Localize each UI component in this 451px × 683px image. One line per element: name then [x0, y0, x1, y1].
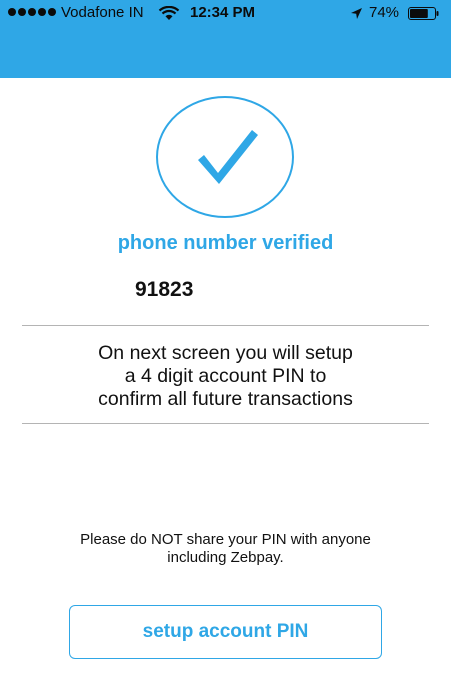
battery-percent: 74%: [369, 4, 400, 21]
verified-check-circle: [156, 96, 294, 218]
phone-number: 91823: [135, 278, 194, 301]
divider-bottom: [22, 423, 429, 424]
info-line: confirm all future transactions: [98, 388, 353, 410]
signal-strength-icon: [8, 8, 56, 16]
status-bar: Vodafone IN 12:34 PM 74%: [0, 3, 451, 23]
carrier-name: Vodafone IN: [61, 4, 144, 21]
pin-setup-info: On next screen you will setup a 4 digit …: [22, 342, 429, 411]
warning-line: Please do NOT share your PIN with anyone: [80, 531, 371, 548]
battery-icon: [408, 7, 440, 24]
pin-warning: Please do NOT share your PIN with anyone…: [0, 531, 451, 567]
divider-top: [22, 325, 429, 326]
location-arrow-icon: [350, 7, 363, 24]
info-line: a 4 digit account PIN to: [124, 365, 327, 387]
verified-title: phone number verified: [117, 232, 334, 254]
clock-time: 12:34 PM: [190, 4, 256, 21]
checkmark-icon: [198, 130, 258, 184]
info-line: On next screen you will setup: [98, 342, 353, 364]
setup-account-pin-button[interactable]: setup account PIN: [69, 605, 382, 659]
wifi-icon: [158, 5, 180, 25]
warning-line: including Zebpay.: [167, 549, 284, 566]
